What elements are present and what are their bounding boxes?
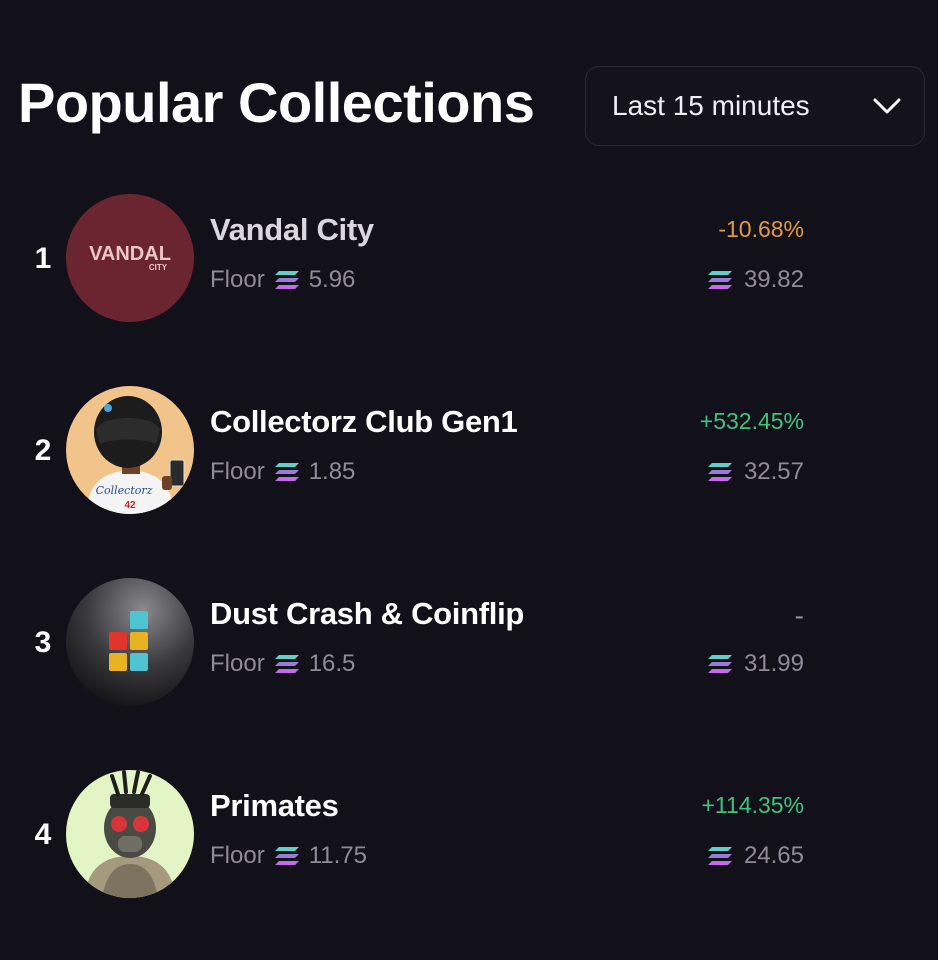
- solana-icon: [707, 463, 732, 481]
- solana-icon: [707, 655, 732, 673]
- volume: 32.57: [707, 458, 804, 486]
- collection-name[interactable]: Collectorz Club Gen1: [210, 404, 518, 440]
- floor-price: Floor 1.85: [210, 458, 355, 486]
- popular-collections-panel: Popular Collections Last 15 minutes 1 VA…: [0, 0, 938, 960]
- avatar-jersey-number: 42: [124, 500, 136, 511]
- floor-price: Floor 11.75: [210, 842, 367, 870]
- floor-value: 11.75: [308, 842, 367, 869]
- floor-label: Floor: [210, 458, 265, 485]
- floor-price: Floor 16.5: [210, 650, 355, 678]
- rank-number: 1: [34, 242, 52, 275]
- solana-icon: [707, 847, 732, 865]
- volume-value: 24.65: [743, 842, 804, 869]
- collection-avatar-primates[interactable]: [66, 770, 194, 898]
- collection-avatar-collectorz-club[interactable]: Collectorz 42: [66, 386, 194, 514]
- floor-value: 5.96: [308, 266, 356, 293]
- floor-label: Floor: [210, 842, 265, 869]
- floor-price: Floor 5.96: [210, 266, 355, 294]
- rank-number: 4: [34, 818, 52, 851]
- floor-label: Floor: [210, 650, 265, 677]
- solana-icon: [274, 463, 299, 481]
- collection-row-vandal-city[interactable]: 1 VANDAL CITY Vandal City Floor 5.96 -10…: [0, 194, 938, 326]
- volume-value: 32.57: [743, 458, 804, 485]
- timeframe-selected: Last 15 minutes: [612, 90, 810, 121]
- collection-row-collectorz-club[interactable]: 2 Collectorz 42 Collectorz Club Gen1 Flo…: [0, 386, 938, 518]
- volume-value: 31.99: [743, 650, 804, 677]
- collection-name[interactable]: Dust Crash & Coinflip: [210, 596, 524, 632]
- collection-avatar-dust-crash[interactable]: [66, 578, 194, 706]
- volume: 24.65: [707, 842, 804, 870]
- collection-name[interactable]: Vandal City: [210, 212, 374, 248]
- collection-row-primates[interactable]: 4 Primates Floor 11.75 +114.35% 24.65: [0, 770, 938, 902]
- solana-icon: [274, 655, 299, 673]
- rank-number: 2: [34, 434, 52, 467]
- timeframe-dropdown[interactable]: Last 15 minutes: [585, 66, 925, 146]
- price-change: +532.45%: [699, 408, 804, 434]
- floor-value: 16.5: [308, 650, 356, 677]
- avatar-logo-subtext: CITY: [149, 263, 168, 272]
- floor-label: Floor: [210, 266, 265, 293]
- collection-name[interactable]: Primates: [210, 788, 339, 824]
- volume-value: 39.82: [743, 266, 804, 293]
- solana-icon: [274, 847, 299, 865]
- floor-value: 1.85: [308, 458, 356, 485]
- price-change: -10.68%: [718, 216, 804, 242]
- price-change: -: [794, 600, 804, 631]
- rank-number: 3: [34, 626, 52, 659]
- volume: 31.99: [707, 650, 804, 678]
- price-change: +114.35%: [701, 792, 804, 818]
- collection-row-dust-crash[interactable]: 3 Dust Crash & Coinflip Floor 16.5 - 31.…: [0, 578, 938, 710]
- solana-icon: [274, 271, 299, 289]
- volume: 39.82: [707, 266, 804, 294]
- avatar-logo-text: VANDAL: [89, 243, 171, 265]
- solana-icon: [707, 271, 732, 289]
- page-title: Popular Collections: [18, 71, 535, 134]
- collection-avatar-vandal-city[interactable]: VANDAL CITY: [66, 194, 194, 322]
- avatar-jersey-text: Collectorz: [96, 484, 153, 497]
- chevron-down-icon: [873, 98, 901, 114]
